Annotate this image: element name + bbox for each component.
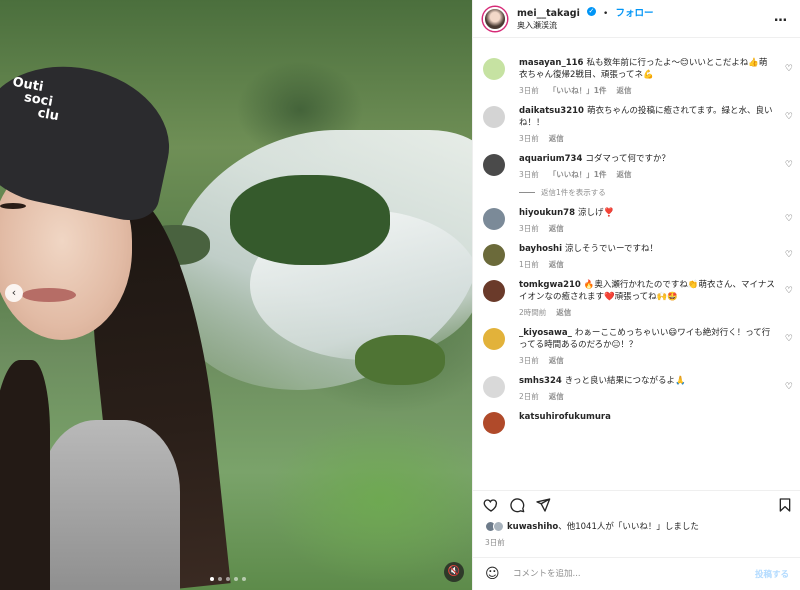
comment-text: 涼しそうでいーですね！ <box>565 244 659 254</box>
comment-username[interactable]: hiyoukun78 <box>519 208 575 218</box>
comment-username[interactable]: daikatsu3210 <box>519 106 584 116</box>
carousel-indicator <box>210 577 246 581</box>
comment-time[interactable]: 2時間前 <box>519 307 546 318</box>
location-link[interactable]: 奥入瀬渓流 <box>517 20 653 32</box>
comment-username[interactable]: smhs324 <box>519 376 562 386</box>
comment-time[interactable]: 3日前 <box>519 223 539 234</box>
likes-text[interactable]: 、他1041人が「いいね！」しました <box>558 522 699 532</box>
avatar[interactable] <box>483 208 505 230</box>
view-replies-label[interactable]: 返信1件を表示する <box>541 187 606 198</box>
comment: daikatsu3210 萌衣ちゃんの投稿に癒されてます。緑と水、良いね！！ 3日… <box>473 96 800 144</box>
carousel-dot <box>226 577 230 581</box>
comment-text: コダマって何ですか？ <box>585 154 670 164</box>
comment-username[interactable]: _kiyosawa_ <box>519 328 572 338</box>
share-icon[interactable] <box>535 497 551 513</box>
shirt <box>40 420 180 590</box>
avatar[interactable] <box>483 154 505 176</box>
comment-text: 涼しげ❣️ <box>577 208 615 218</box>
heart-icon[interactable]: ♡ <box>785 160 793 170</box>
comment-time[interactable]: 3日前 <box>519 355 539 366</box>
comment: masayan_116 私も数年前に行ったよ〜😊いいとこだよね👍萌衣ちゃん復帰2戦… <box>473 48 800 96</box>
carousel-dot <box>242 577 246 581</box>
mossy-rock <box>355 335 445 385</box>
reply-button[interactable]: 返信 <box>549 133 564 144</box>
comment-text: きっと良い結果につながるよ🙏 <box>564 376 686 386</box>
comment-time[interactable]: 2日前 <box>519 391 539 402</box>
heart-icon[interactable]: ♡ <box>785 334 793 344</box>
add-comment-bar: ☺ 投稿する <box>473 557 800 590</box>
likes-summary[interactable]: kuwashiho、他1041人が「いいね！」しました <box>485 520 699 532</box>
comment-icon[interactable] <box>509 497 525 513</box>
likes-username[interactable]: kuwashiho <box>507 522 558 532</box>
comment: tomkgwa210 🔥奥入瀬行かれたのですね👏萌衣さん、マイナスイオンなの癒され… <box>473 270 800 318</box>
heart-icon[interactable]: ♡ <box>785 286 793 296</box>
comment-username[interactable]: tomkgwa210 <box>519 280 581 290</box>
heart-icon[interactable]: ♡ <box>785 382 793 392</box>
reply-button[interactable]: 返信 <box>556 307 571 318</box>
hair <box>0 360 50 590</box>
post-header: mei__takagi ✓ • フォロー 奥入瀬渓流 … <box>473 0 800 38</box>
reply-button[interactable]: 返信 <box>549 391 564 402</box>
comment-time[interactable]: 1日前 <box>519 259 539 270</box>
comment: smhs324 きっと良い結果につながるよ🙏 2日前 返信 ♡ <box>473 366 800 402</box>
comment: katsuhirofukumura <box>473 402 800 434</box>
post-comment-button[interactable]: 投稿する <box>755 568 789 580</box>
avatar[interactable] <box>483 280 505 302</box>
comment-time[interactable]: 3日前 <box>519 133 539 144</box>
separator: • <box>603 9 609 19</box>
avatar[interactable] <box>483 412 505 434</box>
avatar <box>493 520 504 532</box>
comment-time[interactable]: 3日前 <box>519 169 539 180</box>
heart-icon[interactable]: ♡ <box>785 214 793 224</box>
follow-button[interactable]: フォロー <box>615 8 653 19</box>
comment-username[interactable]: katsuhirofukumura <box>519 412 611 422</box>
post-date[interactable]: 3日前 <box>485 537 505 548</box>
comment-likes[interactable]: 「いいね！」1件 <box>549 85 607 96</box>
reply-button[interactable]: 返信 <box>549 259 564 270</box>
avatar[interactable] <box>483 106 505 128</box>
eye <box>0 203 26 209</box>
reply-button[interactable]: 返信 <box>617 85 632 96</box>
comment-time[interactable]: 3日前 <box>519 85 539 96</box>
comment-likes[interactable]: 「いいね！」1件 <box>549 169 607 180</box>
heart-icon[interactable]: ♡ <box>785 64 793 74</box>
action-bar <box>473 490 800 518</box>
view-replies-button[interactable]: 返信1件を表示する <box>473 187 800 198</box>
avatar[interactable] <box>483 58 505 80</box>
heart-icon[interactable]: ♡ <box>785 250 793 260</box>
divider <box>519 192 535 193</box>
avatar[interactable] <box>483 376 505 398</box>
comment: hiyoukun78 涼しげ❣️ 3日前 返信 ♡ <box>473 198 800 234</box>
post-photo[interactable]: Outi soci clu ‹ 🔇 <box>0 0 472 590</box>
username[interactable]: mei__takagi <box>517 8 580 19</box>
lips <box>22 288 76 302</box>
comment-username[interactable]: masayan_116 <box>519 58 583 68</box>
comment: _kiyosawa_ わぁーここめっちゃいい😄ワイも絶対行く！って行ってる時間ある… <box>473 318 800 366</box>
reply-button[interactable]: 返信 <box>617 169 632 180</box>
post-sidebar: mei__takagi ✓ • フォロー 奥入瀬渓流 … masayan_116… <box>472 0 800 590</box>
comment-input[interactable] <box>513 569 755 579</box>
heart-icon[interactable]: ♡ <box>785 112 793 122</box>
comment-username[interactable]: bayhoshi <box>519 244 562 254</box>
bookmark-icon[interactable] <box>777 497 793 513</box>
comment-list[interactable]: masayan_116 私も数年前に行ったよ〜😊いいとこだよね👍萌衣ちゃん復帰2戦… <box>473 48 800 484</box>
heart-icon[interactable] <box>483 497 499 513</box>
comment-username[interactable]: aquarium734 <box>519 154 582 164</box>
more-options-icon[interactable]: … <box>774 10 788 25</box>
avatar[interactable] <box>483 6 507 31</box>
mossy-rock <box>230 175 390 265</box>
comment: bayhoshi 涼しそうでいーですね！ 1日前 返信 ♡ <box>473 234 800 270</box>
reply-button[interactable]: 返信 <box>549 355 564 366</box>
verified-badge-icon: ✓ <box>586 7 596 16</box>
avatar[interactable] <box>483 328 505 350</box>
carousel-dot <box>218 577 222 581</box>
avatar[interactable] <box>483 244 505 266</box>
carousel-dot <box>210 577 214 581</box>
reply-button[interactable]: 返信 <box>549 223 564 234</box>
carousel-dot <box>234 577 238 581</box>
comment: aquarium734 コダマって何ですか？ 3日前 「いいね！」1件 返信 ♡ <box>473 144 800 180</box>
emoji-icon[interactable]: ☺ <box>485 566 503 582</box>
speaker-muted-icon[interactable]: 🔇 <box>444 562 464 582</box>
chevron-left-icon[interactable]: ‹ <box>5 284 23 302</box>
